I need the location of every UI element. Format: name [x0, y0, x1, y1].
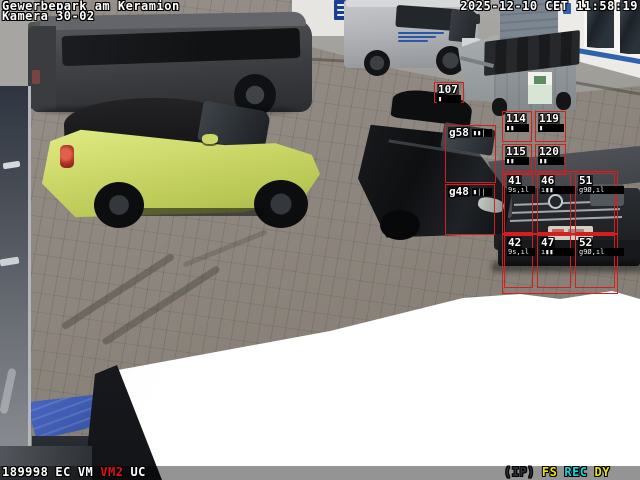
mini-mirror — [202, 134, 218, 144]
van-rear-wheel — [364, 50, 390, 76]
van-mirror — [472, 14, 480, 24]
van-logo-line — [398, 36, 436, 38]
flag-rec: REC — [564, 465, 588, 479]
status-flags-left: 189998 EC VM VM2 UC — [2, 465, 146, 479]
status-flags-right: (IP) FS REC DY — [504, 465, 610, 479]
flag-ec: EC — [55, 465, 71, 479]
lime-mini-convertible — [42, 90, 322, 230]
camera-name-label: Kamera 30-02 — [2, 9, 95, 23]
flag-ip: (IP) — [504, 465, 535, 479]
flag-189998: 189998 — [2, 465, 49, 479]
plate-marking — [552, 229, 564, 236]
suv-headlight-right — [590, 184, 624, 206]
mini-rocker-shadow — [138, 208, 264, 216]
van-logo-line — [398, 40, 428, 42]
flag-vm: VM — [77, 465, 94, 479]
van-logo-line — [398, 32, 444, 34]
suv-badge — [548, 194, 563, 209]
headlight-drl — [593, 187, 621, 193]
sticker-logo — [534, 76, 546, 84]
timestamp-label: 2025-12-10 CET 11:58:19 — [460, 0, 638, 13]
car-wheel — [380, 210, 420, 240]
black-convertible — [358, 87, 516, 242]
suv-shadow — [492, 262, 640, 272]
flag-fs: FS — [541, 465, 558, 479]
wall-edge-highlight — [28, 86, 31, 480]
car-soft-top — [390, 87, 474, 127]
plate-marking — [568, 229, 584, 236]
mini-taillight — [60, 145, 74, 168]
camera-frame[interactable]: 107 ▮ g58 ▮▮| g48 ▮|| 114 ▮▮ 119 ▮ 115 ▮▮ 120 ▮▮ 41 9s‚… — [0, 0, 640, 480]
foreground-wall-edge — [0, 86, 30, 480]
mini-rear-wheel — [94, 182, 144, 228]
mini-front-wheel — [254, 180, 308, 228]
dumpster-sticker — [528, 72, 552, 104]
flag-uc: UC — [130, 465, 146, 479]
flag-dy: DY — [594, 465, 610, 479]
dumpster-wheel — [556, 92, 571, 110]
flag-vm2: VM2 — [100, 465, 124, 479]
suv-license-plate — [548, 226, 593, 240]
van-taillight — [32, 70, 40, 84]
